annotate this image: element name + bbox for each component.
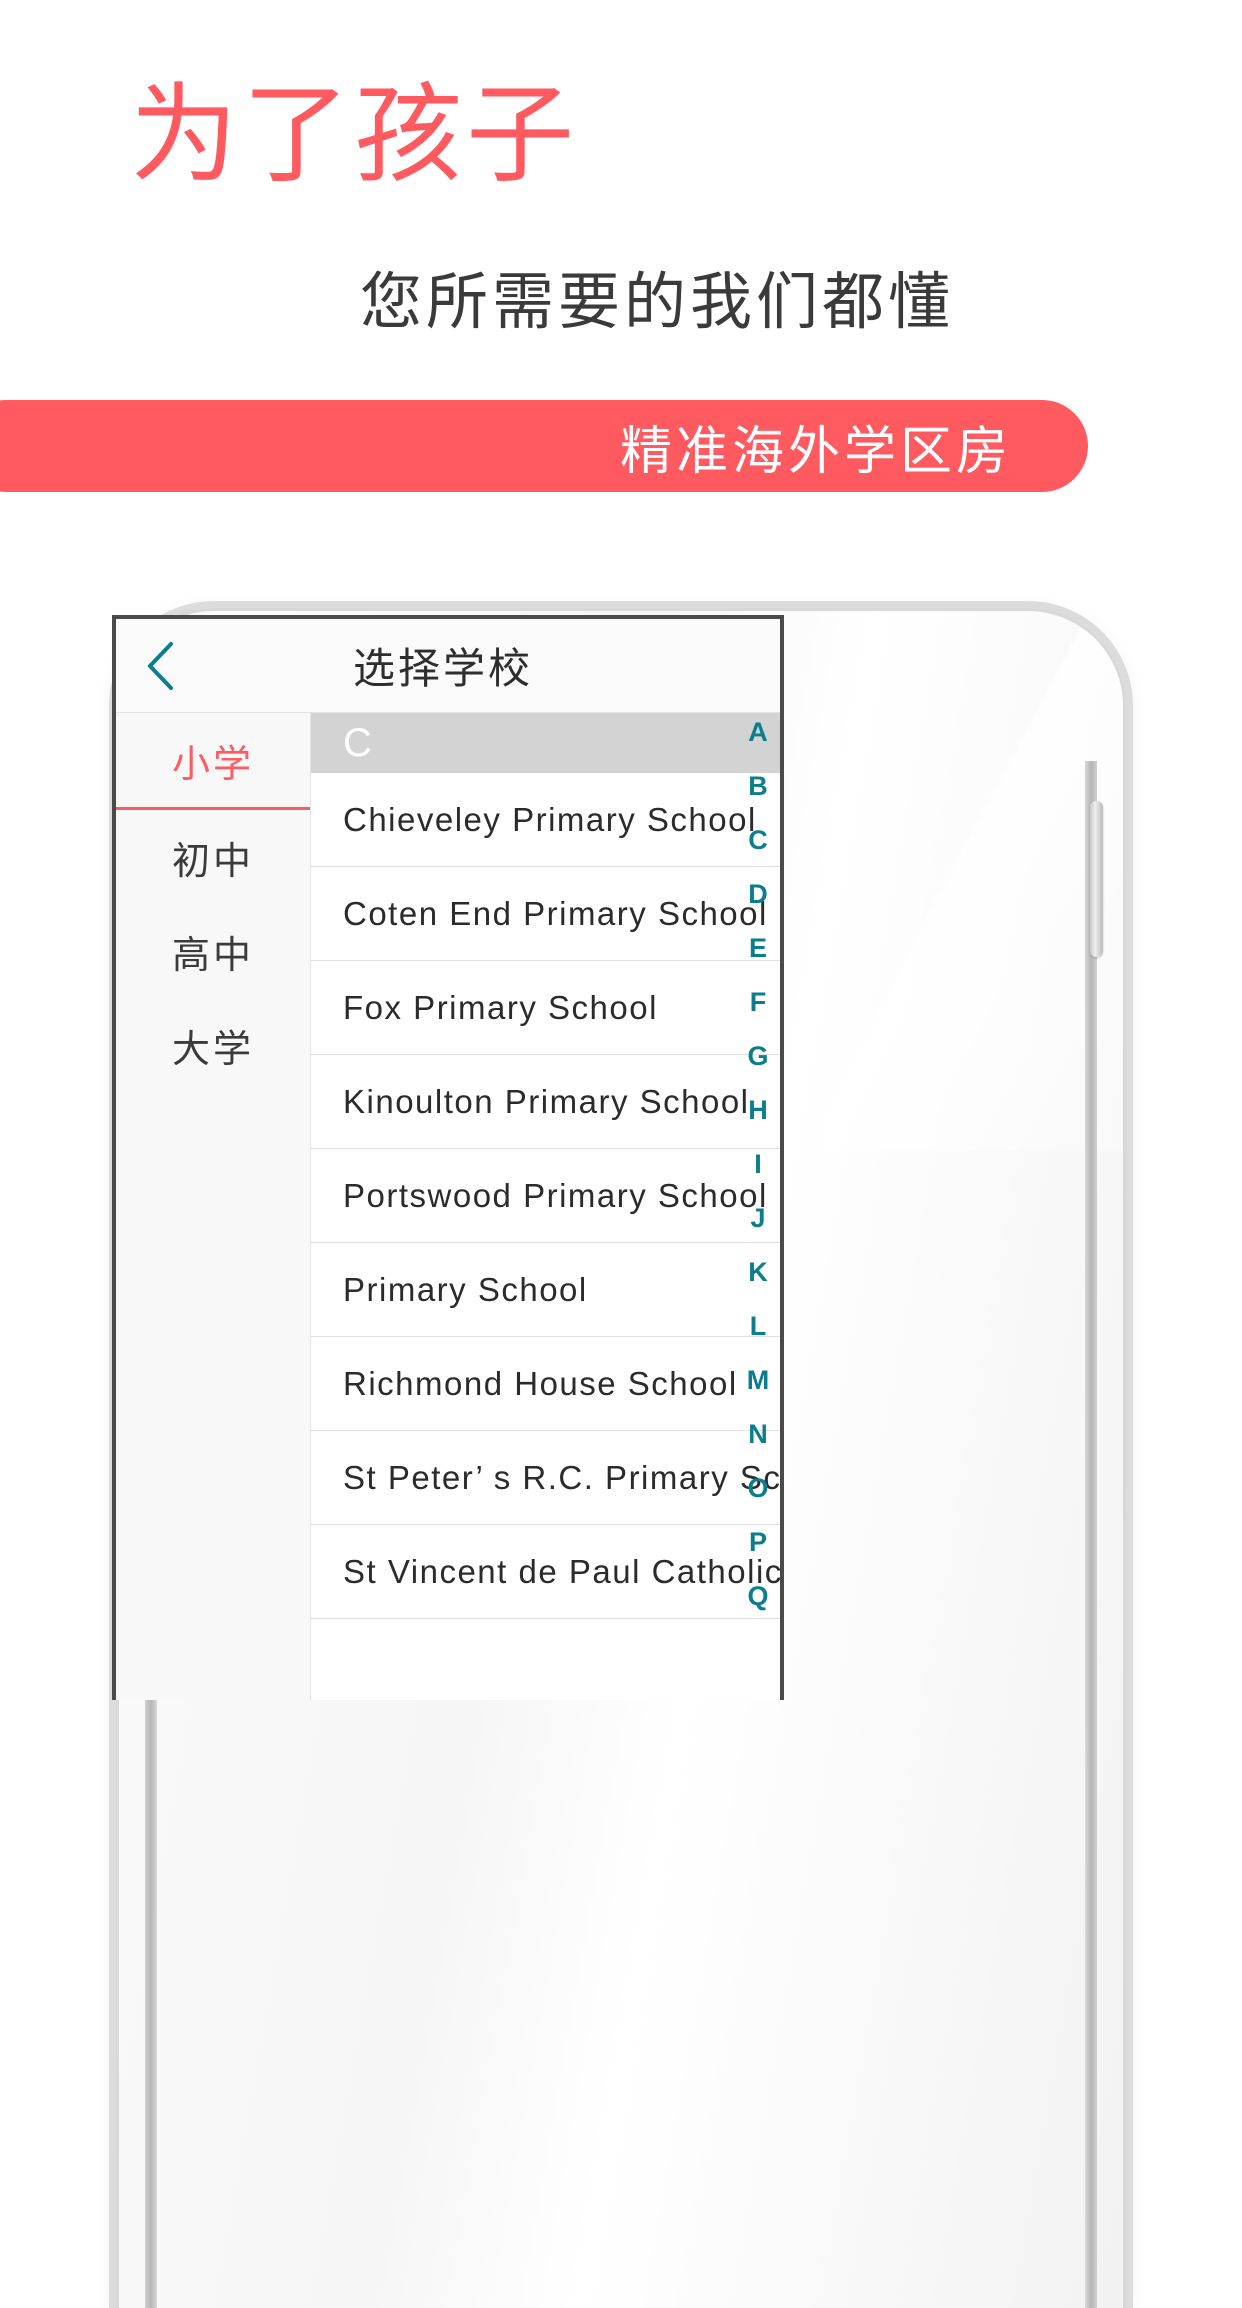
- index-letter[interactable]: M: [747, 1367, 770, 1394]
- phone-gloss: [823, 611, 1123, 1151]
- index-letter[interactable]: A: [748, 719, 768, 746]
- chevron-left-icon[interactable]: [138, 641, 182, 690]
- page-title: 选择学校: [352, 645, 533, 692]
- phone-screen: 选择学校 小学 初中 高中 大学 C Chieveley Primary Sch…: [112, 615, 784, 1700]
- phone-edge-right: [1085, 761, 1097, 2308]
- index-letter[interactable]: D: [748, 881, 768, 908]
- index-letter[interactable]: P: [749, 1529, 767, 1556]
- sidebar-item-university[interactable]: 大学: [116, 998, 310, 1092]
- list-item[interactable]: Fox Primary School: [311, 961, 780, 1055]
- index-letter[interactable]: O: [747, 1475, 768, 1502]
- section-header: C: [311, 713, 780, 773]
- list-item[interactable]: Primary School: [311, 1243, 780, 1337]
- nav-bar: 选择学校: [116, 619, 780, 713]
- promo-banner: 精准海外学区房: [0, 400, 1088, 492]
- category-sidebar: 小学 初中 高中 大学: [116, 713, 311, 1700]
- index-letter[interactable]: K: [748, 1259, 768, 1286]
- sidebar-item-junior-high[interactable]: 初中: [116, 810, 310, 904]
- sidebar-item-primary[interactable]: 小学: [116, 713, 310, 810]
- power-button[interactable]: [1090, 801, 1103, 957]
- index-letter[interactable]: F: [750, 989, 767, 1016]
- index-letter[interactable]: E: [749, 935, 767, 962]
- index-letter[interactable]: H: [748, 1097, 768, 1124]
- promo-header: 为了孩子 您所需要的我们都懂 精准海外学区房: [0, 0, 1242, 520]
- index-letter[interactable]: Q: [747, 1583, 768, 1610]
- alphabet-index-bar[interactable]: A B C D E F G H I J K L M N O P Q: [736, 713, 780, 1700]
- list-item[interactable]: Coten End Primary School: [311, 867, 780, 961]
- list-item[interactable]: Chieveley Primary School: [311, 773, 780, 867]
- promo-title: 为了孩子: [130, 74, 579, 195]
- index-letter[interactable]: G: [747, 1043, 768, 1070]
- list-item[interactable]: Richmond House School: [311, 1337, 780, 1431]
- promo-subtitle: 您所需要的我们都懂: [360, 268, 955, 337]
- index-letter[interactable]: N: [748, 1421, 768, 1448]
- list-item[interactable]: St Vincent de Paul Catholic: [311, 1525, 780, 1619]
- index-letter[interactable]: I: [754, 1151, 762, 1178]
- index-letter[interactable]: B: [748, 773, 768, 800]
- promo-banner-text: 精准海外学区房: [619, 422, 1012, 481]
- content-area: 小学 初中 高中 大学 C Chieveley Primary School C…: [116, 713, 780, 1700]
- index-letter[interactable]: L: [750, 1313, 767, 1340]
- index-letter[interactable]: C: [748, 827, 768, 854]
- list-item[interactable]: Portswood Primary School: [311, 1149, 780, 1243]
- index-letter[interactable]: J: [750, 1205, 765, 1232]
- sidebar-item-senior-high[interactable]: 高中: [116, 904, 310, 998]
- school-list[interactable]: C Chieveley Primary School Coten End Pri…: [311, 713, 780, 1700]
- list-item[interactable]: St Peter’ s R.C. Primary School: [311, 1431, 780, 1525]
- list-item[interactable]: Kinoulton Primary School: [311, 1055, 780, 1149]
